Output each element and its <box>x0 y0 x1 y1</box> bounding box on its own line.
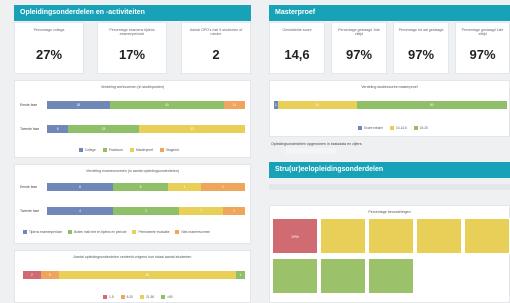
kpi-card-gemiddelde: Gemiddelde score 14,6 <box>269 22 325 74</box>
legend-item: Masterproef <box>129 148 153 152</box>
chart-title: Verdeling werkvormen (in studiepunten) <box>100 85 165 89</box>
chart-title: Aantal opleidingsonderdelen verdeeld vol… <box>73 255 192 259</box>
bar-segment: 1 <box>222 207 245 215</box>
bar-segment: 2 <box>23 271 41 279</box>
bar-segment: 19 <box>58 271 237 279</box>
row-label: Eerste fase <box>20 103 38 107</box>
left-section-header: Opleidingsonderdelen en -activiteiten <box>14 5 251 21</box>
werkvormen-chart-panel: Verdeling werkvormen (in studiepunten) E… <box>14 80 251 158</box>
tile: 19% <box>272 218 318 254</box>
bar-row: 6511 <box>47 183 245 191</box>
chart-legend: College Practicum Masterproef Stage/ed <box>79 148 179 152</box>
legend-item: Buiten mail met en tijdens en periode <box>68 230 126 234</box>
kpi-card-geslaagd-totaal: Percentage tot aal geslaagd 97% <box>393 22 449 74</box>
chart-title: Percentage beoordelingen <box>368 210 411 214</box>
filter-placeholder <box>269 184 510 190</box>
tile <box>368 258 414 294</box>
kpi-label: Percentage collega <box>33 28 65 32</box>
bar-segment: 2 <box>112 207 179 215</box>
kpi-value: 2 <box>212 47 220 62</box>
legend-item: >50 <box>161 295 173 299</box>
bar-segment: 18 <box>47 101 110 109</box>
bar-row: 1 11 50 <box>274 101 507 109</box>
bar-row: 5 23 33 <box>47 125 245 133</box>
kpi-value: 17% <box>118 47 146 62</box>
tile <box>272 258 318 294</box>
studiescores-chart-panel: Verdeling studiescores masterproef 1 11 50… <box>269 80 510 137</box>
kpi-label: Percentage geslaagd 1ste zittijd <box>461 28 504 37</box>
kpi-label: Percentage geslaagd 1ste zittijd <box>338 28 380 37</box>
legend-item: Stage/ed <box>160 148 179 152</box>
legend-item: 10-14,5 <box>389 126 407 130</box>
row-label: Tweede fase <box>20 127 40 131</box>
kpi-label: Percentage tot aal geslaagd <box>398 28 444 32</box>
chart-legend: Score:minder 10-14,5 15-20 <box>358 126 428 130</box>
legend-item: College <box>79 148 96 152</box>
bar-segment: 33 <box>138 125 245 133</box>
bar-segment: 6 <box>47 183 113 191</box>
bar-segment: 5 <box>47 125 69 133</box>
chart-title: Verdeling examenvormen (in aantal opleid… <box>86 169 179 173</box>
studenten-chart-panel: Aantal opleidingsonderdelen verdeeld vol… <box>14 250 251 303</box>
kpi-value: 27% <box>35 47 63 62</box>
bar-segment: 7 <box>178 207 223 215</box>
legend-item: Niet-examenvormen <box>175 230 210 234</box>
kpi-value: 14,6 <box>284 47 310 62</box>
bar-segment: 4 <box>47 207 113 215</box>
kpi-value: 97% <box>345 47 373 62</box>
tile <box>368 218 414 254</box>
bar-segment: 1 <box>167 183 201 191</box>
legend-item: 15-20 <box>413 126 428 130</box>
bar-segment: 5 <box>112 183 168 191</box>
kpi-label: Percentage examens tijdens examenperiode <box>109 28 155 37</box>
bar-segment: 1 <box>200 183 245 191</box>
row-label: Tweede fase <box>20 209 40 213</box>
bar-segment: 40 <box>109 101 225 109</box>
chart-legend: 1-5 6-20 21-50 >50 <box>103 295 173 299</box>
bar-segment: 1 <box>236 271 245 279</box>
bar-segment: 50 <box>356 101 507 109</box>
tile <box>416 218 462 254</box>
kpi-label: Gemiddelde score <box>282 28 312 32</box>
legend-item: Score:minder <box>358 126 383 130</box>
kpi-card-geslaagd-1: Percentage geslaagd 1ste zittijd 97% <box>331 22 387 74</box>
masterproef-note: Opleidingsonderdelen opgenomen in basisd… <box>271 142 362 146</box>
kpi-card-examens: Percentage examens tijdens examenperiode… <box>97 22 167 74</box>
examenvormen-chart-panel: Verdeling examenvormen (in aantal opleid… <box>14 164 251 244</box>
beoordelingen-panel: Percentage beoordelingen 19% <box>269 205 510 303</box>
legend-item: 6-20 <box>120 295 133 299</box>
tile <box>464 218 510 254</box>
bar-row: 18 40 11 <box>47 101 245 109</box>
bar-segment: 11 <box>224 101 245 109</box>
kpi-label: Aantal OPO's met 5 studenten of minder <box>189 28 243 37</box>
bar-segment: 3 <box>40 271 59 279</box>
kpi-value: 97% <box>407 47 435 62</box>
legend-item: 1-5 <box>103 295 114 299</box>
legend-item: 21-50 <box>140 295 154 299</box>
structureel-section-header: Stru(ur)eelopleidingsonderdelen <box>269 162 510 178</box>
kpi-card-geslaagd-2: Percentage geslaagd 1ste zittijd 97% <box>455 22 510 74</box>
kpi-value: 97% <box>469 47 496 62</box>
chart-title: Verdeling studiescores masterproef <box>361 85 418 89</box>
tile <box>320 258 366 294</box>
row-label: Eerste fase <box>20 185 38 189</box>
kpi-card-opo: Aantal OPO's met 5 studenten of minder 2 <box>181 22 251 74</box>
loading-placeholder <box>286 148 336 154</box>
legend-item: Tijdens examenperiode <box>23 230 62 234</box>
bar-row: 2 3 19 1 <box>23 271 245 279</box>
legend-item: Practicum <box>102 148 123 152</box>
bar-row: 4271 <box>47 207 245 215</box>
bar-segment: 23 <box>68 125 139 133</box>
right-section-header: Masterproef <box>269 5 510 21</box>
kpi-card-collega: Percentage collega 27% <box>14 22 84 74</box>
legend-item: Permanente evaluatie <box>132 230 169 234</box>
bar-segment: 11 <box>277 101 357 109</box>
tile <box>320 218 366 254</box>
chart-legend: Tijdens examenperiode Buiten mail met en… <box>23 230 210 234</box>
